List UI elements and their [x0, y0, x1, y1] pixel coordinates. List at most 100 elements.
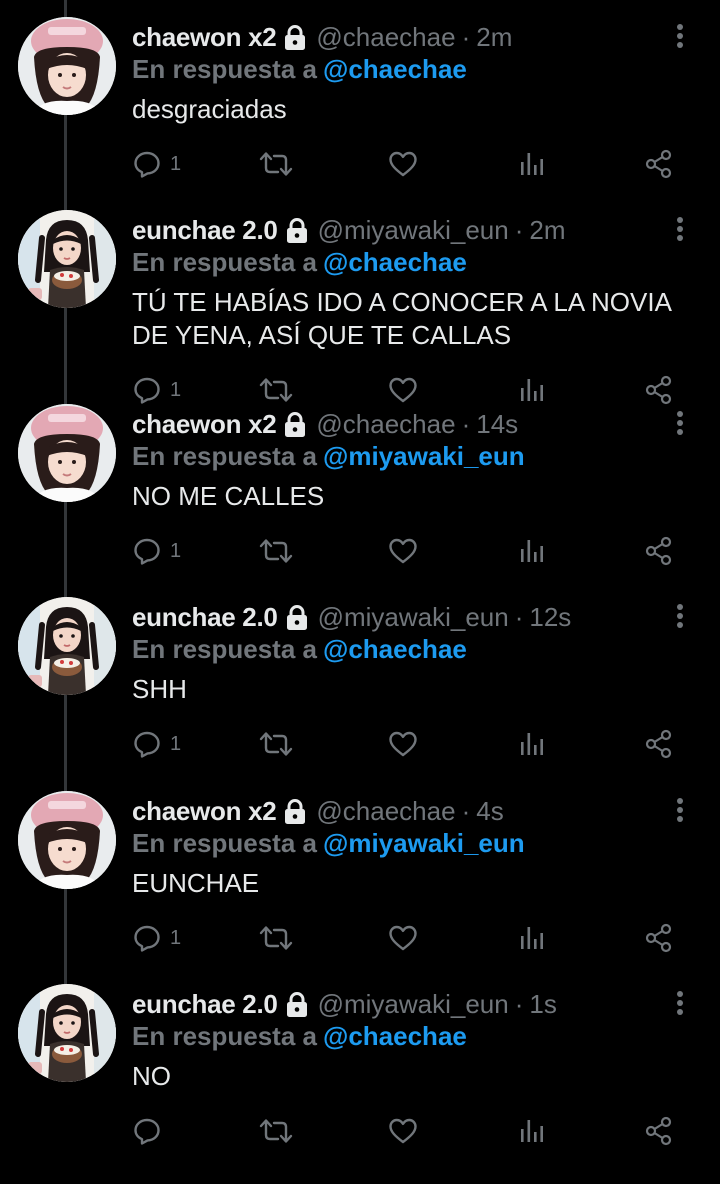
reply-icon — [132, 729, 162, 759]
tweet-header: chaewon x2 @chaechae · 4s — [132, 793, 504, 829]
replying-to-handle[interactable]: @chaechae — [323, 247, 467, 277]
tweet[interactable]: chaewon x2 @chaechae · 4s En respuesta a… — [0, 774, 720, 967]
avatar[interactable] — [18, 210, 116, 309]
avatar[interactable] — [18, 403, 116, 502]
timestamp[interactable]: 4s — [476, 793, 503, 829]
display-name[interactable]: chaewon x2 — [132, 19, 277, 55]
like-button[interactable] — [388, 729, 418, 759]
replying-to-label: En respuesta a — [132, 247, 317, 278]
tweet[interactable]: chaewon x2 @chaechae · 2m En respuesta a… — [0, 0, 720, 193]
user-handle[interactable]: @chaechae — [316, 19, 455, 55]
timestamp[interactable]: 1s — [529, 986, 556, 1022]
tweet[interactable]: eunchae 2.0 @miyawaki_eun · 12s En respu… — [0, 580, 720, 773]
replying-to-handle[interactable]: @chaechae — [323, 1021, 467, 1051]
more-vertical-icon[interactable] — [670, 409, 690, 439]
replying-to-handle[interactable]: @miyawaki_eun — [323, 441, 525, 471]
more-vertical-icon[interactable] — [670, 215, 690, 245]
timestamp[interactable]: 12s — [529, 599, 571, 635]
views-button[interactable] — [518, 923, 546, 953]
display-name[interactable]: chaewon x2 — [132, 793, 277, 829]
retweet-button[interactable] — [258, 1116, 294, 1146]
like-button[interactable] — [388, 149, 418, 179]
heart-icon — [388, 536, 418, 566]
share-button[interactable] — [644, 729, 674, 759]
replying-to-handle[interactable]: @chaechae — [323, 54, 467, 84]
tweet[interactable]: chaewon x2 @chaechae · 14s En respuesta … — [0, 387, 720, 580]
action-bar: 1 — [0, 149, 720, 179]
reply-button[interactable]: 1 — [132, 149, 181, 179]
share-button[interactable] — [644, 536, 674, 566]
avatar[interactable] — [18, 597, 116, 696]
user-handle[interactable]: @miyawaki_eun — [318, 986, 509, 1022]
avatar[interactable] — [18, 790, 116, 889]
replying-to-handle[interactable]: @miyawaki_eun — [323, 828, 525, 858]
tweet-text: NO — [132, 1061, 171, 1091]
avatar[interactable] — [18, 17, 116, 115]
display-name[interactable]: eunchae 2.0 — [132, 212, 278, 248]
lock-icon — [286, 991, 308, 1017]
replying-to-label: En respuesta a — [132, 827, 317, 858]
user-handle[interactable]: @miyawaki_eun — [318, 212, 509, 248]
replying-to: En respuesta a @miyawaki_eun — [132, 438, 525, 474]
tweet[interactable]: eunchae 2.0 @miyawaki_eun · 2m En respue… — [0, 193, 720, 405]
views-button[interactable] — [518, 149, 546, 179]
user-handle[interactable]: @chaechae — [316, 406, 455, 442]
replying-to: En respuesta a @chaechae — [132, 51, 467, 87]
more-vertical-icon[interactable] — [670, 989, 690, 1019]
retweet-icon — [258, 1116, 294, 1146]
timestamp[interactable]: 14s — [476, 406, 518, 442]
reply-button[interactable]: 1 — [132, 923, 181, 953]
tweet-header: eunchae 2.0 @miyawaki_eun · 1s — [132, 986, 557, 1022]
retweet-button[interactable] — [258, 729, 294, 759]
reply-icon — [132, 536, 162, 566]
display-name[interactable]: eunchae 2.0 — [132, 986, 278, 1022]
like-button[interactable] — [388, 1116, 418, 1146]
views-button[interactable] — [518, 536, 546, 566]
user-handle[interactable]: @miyawaki_eun — [318, 599, 509, 635]
share-icon — [644, 729, 674, 759]
replying-to-label: En respuesta a — [132, 54, 317, 84]
reply-count: 1 — [170, 733, 182, 756]
tweet-header: chaewon x2 @chaechae · 2m — [132, 19, 512, 55]
retweet-button[interactable] — [258, 536, 294, 566]
views-button[interactable] — [518, 729, 546, 759]
analytics-icon — [518, 149, 546, 179]
analytics-icon — [518, 536, 546, 566]
share-button[interactable] — [644, 1116, 674, 1146]
tweet-header: chaewon x2 @chaechae · 14s — [132, 406, 518, 442]
analytics-icon — [518, 729, 546, 759]
share-icon — [644, 923, 674, 953]
reply-button[interactable]: 1 — [132, 729, 181, 759]
display-name[interactable]: chaewon x2 — [132, 406, 277, 442]
like-button[interactable] — [388, 923, 418, 953]
user-handle[interactable]: @chaechae — [316, 793, 455, 829]
reply-button[interactable] — [132, 1116, 170, 1146]
display-name[interactable]: eunchae 2.0 — [132, 599, 278, 635]
tweet-header: eunchae 2.0 @miyawaki_eun · 2m — [132, 212, 566, 248]
retweet-icon — [258, 149, 294, 179]
replying-to: En respuesta a @miyawaki_eun — [132, 825, 525, 861]
replying-to-handle[interactable]: @chaechae — [323, 634, 467, 664]
lock-icon — [284, 24, 306, 50]
heart-icon — [388, 149, 418, 179]
reply-button[interactable]: 1 — [132, 536, 181, 566]
views-button[interactable] — [518, 1116, 546, 1146]
heart-icon — [388, 1116, 418, 1146]
heart-icon — [388, 923, 418, 953]
retweet-button[interactable] — [258, 923, 294, 953]
timestamp[interactable]: 2m — [476, 19, 512, 55]
share-button[interactable] — [644, 149, 674, 179]
tweet-text: SHH — [132, 674, 187, 705]
more-vertical-icon[interactable] — [670, 602, 690, 632]
more-vertical-icon[interactable] — [670, 796, 690, 826]
share-icon — [644, 1116, 674, 1146]
retweet-button[interactable] — [258, 149, 294, 179]
action-bar — [0, 1116, 720, 1146]
like-button[interactable] — [388, 536, 418, 566]
timestamp[interactable]: 2m — [529, 212, 565, 248]
share-button[interactable] — [644, 923, 674, 953]
avatar[interactable] — [18, 984, 116, 1082]
more-vertical-icon[interactable] — [670, 22, 690, 52]
tweet[interactable]: eunchae 2.0 @miyawaki_eun · 1s En respue… — [0, 967, 720, 1160]
lock-icon — [286, 217, 308, 244]
